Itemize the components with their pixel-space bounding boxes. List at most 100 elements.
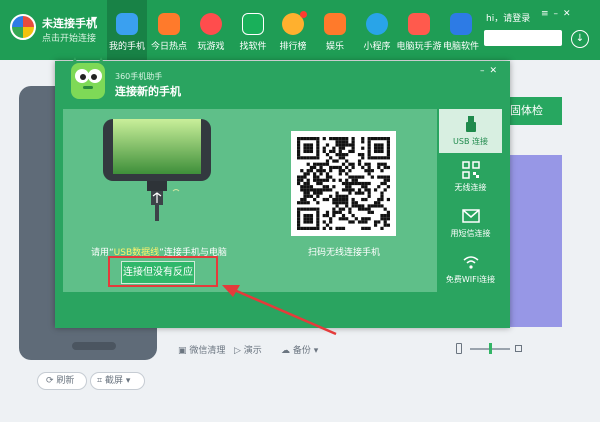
- menu-icon[interactable]: ≡: [541, 9, 554, 19]
- qr-module: [342, 143, 345, 146]
- qr-module: [342, 188, 345, 191]
- qr-module: [339, 137, 342, 140]
- qr-module: [300, 208, 303, 211]
- tab-usb[interactable]: USB 连接: [439, 109, 502, 153]
- qr-module: [316, 211, 319, 214]
- qr-module: [361, 220, 364, 223]
- account-dropdown-icon[interactable]: ▼: [91, 15, 97, 24]
- qr-module: [297, 137, 300, 140]
- usb-phone-illustration: [103, 119, 211, 221]
- qr-module: [374, 201, 377, 204]
- qr-module: [345, 182, 348, 185]
- qr-module: [352, 198, 355, 201]
- close-icon[interactable]: ✕: [489, 66, 502, 76]
- qr-module: [387, 175, 390, 178]
- demo-button[interactable]: ▷ 演示: [234, 343, 262, 356]
- qr-module: [387, 211, 390, 214]
- qr-module: [387, 185, 390, 188]
- qr-module: [377, 185, 380, 188]
- qr-module: [319, 188, 322, 191]
- qr-module: [387, 147, 390, 150]
- nav-pc-software[interactable]: 电脑软件: [441, 0, 481, 60]
- login-link[interactable]: hi，请登录: [486, 11, 530, 24]
- qr-module: [352, 201, 355, 204]
- qr-module: [310, 188, 313, 191]
- qr-module: [348, 208, 351, 211]
- qr-module: [332, 201, 335, 204]
- qr-module: [345, 188, 348, 191]
- qr-module: [313, 192, 316, 195]
- qr-module: [342, 227, 345, 230]
- qr-module: [297, 153, 300, 156]
- qr-module: [297, 227, 300, 230]
- qr-module: [303, 143, 306, 146]
- qr-module: [329, 188, 332, 191]
- qr-module: [329, 156, 332, 159]
- qr-code-icon: [297, 137, 390, 230]
- qr-module: [368, 156, 371, 159]
- qr-module: [332, 208, 335, 211]
- tab-wireless[interactable]: 无线连接: [439, 155, 502, 199]
- qr-module: [361, 208, 364, 211]
- envelope-icon: [462, 207, 480, 225]
- qr-module: [342, 201, 345, 204]
- qr-module: [316, 214, 319, 217]
- qr-module: [297, 179, 300, 182]
- search-input[interactable]: [484, 30, 562, 46]
- qr-module: [310, 214, 313, 217]
- screenshot-button[interactable]: ⌗ 截屏 ▾: [90, 372, 145, 390]
- qr-module: [316, 140, 319, 143]
- qr-module: [339, 153, 342, 156]
- refresh-button[interactable]: ⟳ 刷新: [37, 372, 87, 390]
- account-subtitle[interactable]: 点击开始连接: [42, 31, 96, 44]
- qr-module: [313, 163, 316, 166]
- qr-module: [364, 182, 367, 185]
- qr-module: [307, 217, 310, 220]
- wechat-clean-button[interactable]: ▣ 微信清理: [178, 343, 225, 356]
- qr-module: [387, 179, 390, 182]
- account-name[interactable]: 未连接手机: [42, 15, 97, 31]
- qr-module: [355, 201, 358, 204]
- qr-module: [303, 182, 306, 185]
- qr-module: [368, 227, 371, 230]
- phone-icon: [116, 13, 138, 35]
- qr-module: [297, 147, 300, 150]
- qr-module: [339, 143, 342, 146]
- qr-module: [361, 147, 364, 150]
- qr-module: [387, 214, 390, 217]
- qr-module: [307, 137, 310, 140]
- qr-module: [329, 195, 332, 198]
- qr-module: [300, 198, 303, 201]
- download-icon[interactable]: ↓: [571, 30, 589, 48]
- qr-module: [313, 208, 316, 211]
- qr-module: [377, 147, 380, 150]
- connect-method-tabs: USB 连接 无线连接 用短信连接 免费WIFI连接: [439, 107, 510, 328]
- qr-module: [297, 214, 300, 217]
- zoom-slider-handle[interactable]: [489, 343, 492, 354]
- close-icon[interactable]: ✕: [563, 9, 576, 19]
- qr-module: [355, 179, 358, 182]
- qr-module: [358, 175, 361, 178]
- qr-module: [297, 182, 300, 185]
- minimize-icon[interactable]: –: [554, 9, 564, 19]
- qr-module: [364, 208, 367, 211]
- qr-module: [380, 150, 383, 153]
- qr-module: [371, 204, 374, 207]
- qr-module: [342, 214, 345, 217]
- qr-module: [368, 143, 371, 146]
- tab-wifi[interactable]: 免费WIFI连接: [439, 247, 502, 291]
- qr-module: [361, 198, 364, 201]
- qr-module: [313, 172, 316, 175]
- qr-module: [345, 159, 348, 162]
- tab-sms[interactable]: 用短信连接: [439, 201, 502, 245]
- qr-module: [307, 214, 310, 217]
- pc-game-icon: [408, 13, 430, 35]
- qr-module: [300, 179, 303, 182]
- qr-module: [329, 220, 332, 223]
- qr-module: [342, 137, 345, 140]
- qr-module: [371, 211, 374, 214]
- zoom-large-icon[interactable]: [515, 345, 522, 352]
- qr-module: [387, 143, 390, 146]
- zoom-small-icon[interactable]: [456, 343, 462, 354]
- backup-button[interactable]: ☁ 备份 ▾: [281, 343, 318, 356]
